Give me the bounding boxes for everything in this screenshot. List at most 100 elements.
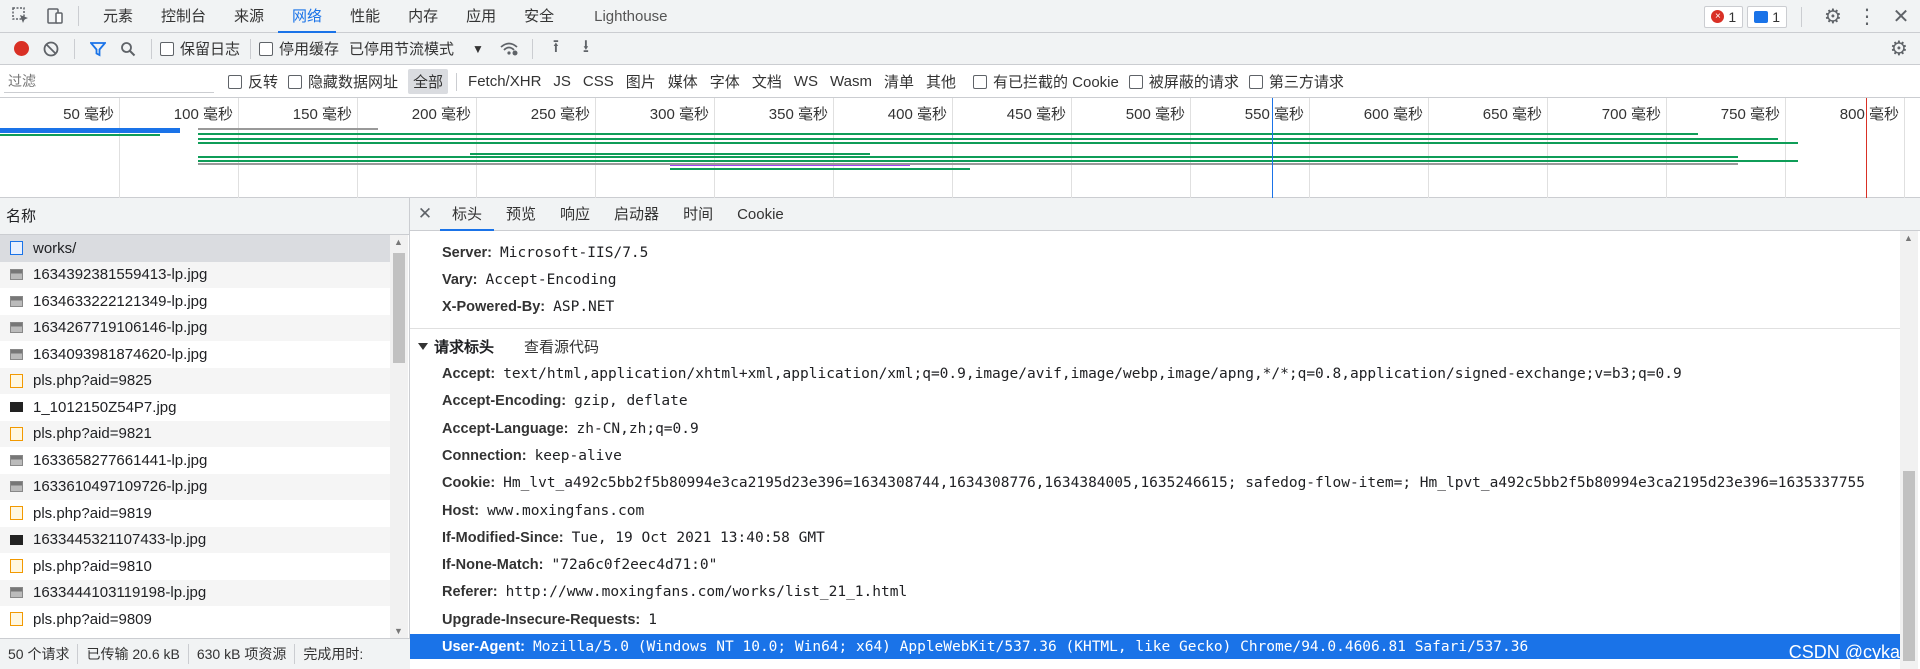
- request-row[interactable]: 1634392381559413-lp.jpg: [0, 261, 390, 288]
- timeline-overview[interactable]: 50 毫秒 100 毫秒 150 毫秒 200 毫秒 250 毫秒 300 毫秒 350 毫…: [0, 98, 1920, 198]
- close-icon[interactable]: ✕: [1888, 4, 1914, 30]
- request-headers-section[interactable]: 请求标头 查看源代码: [418, 336, 599, 357]
- settings-gear-icon[interactable]: ⚙: [1820, 4, 1846, 30]
- request-row[interactable]: 1634633222121349-lp.jpg: [0, 288, 390, 315]
- blocked-cookies-checkbox[interactable]: 有已拦截的 Cookie: [972, 71, 1119, 92]
- header-row[interactable]: Accept: text/html,application/xhtml+xml,a…: [442, 366, 1682, 382]
- view-source-link[interactable]: 查看源代码: [524, 336, 599, 357]
- checkbox[interactable]: [1248, 74, 1263, 89]
- scrollbar[interactable]: ▲: [1900, 231, 1918, 669]
- invert-checkbox[interactable]: 反转: [228, 71, 278, 92]
- header-row[interactable]: Accept-Encoding: gzip, deflate: [442, 393, 688, 409]
- header-row[interactable]: If-None-Match: "72a6c0f2eec4d71:0": [442, 557, 717, 573]
- filter-type-10[interactable]: 清单: [879, 69, 919, 94]
- request-row[interactable]: 1634267719106146-lp.jpg: [0, 314, 390, 341]
- request-row[interactable]: works/: [0, 235, 390, 262]
- network-conditions-button[interactable]: [494, 34, 524, 64]
- filter-type-11[interactable]: 其他: [921, 69, 961, 94]
- detail-tab-0[interactable]: 标头: [440, 198, 495, 231]
- scrollbar-thumb[interactable]: [1903, 471, 1915, 661]
- scroll-down-icon[interactable]: ▼: [394, 626, 403, 636]
- blocked-requests-checkbox[interactable]: 被屏蔽的请求: [1128, 71, 1239, 92]
- scrollbar[interactable]: ▲ ▼: [390, 235, 408, 638]
- filter-type-9[interactable]: Wasm: [825, 71, 877, 92]
- tab-3[interactable]: 网络: [278, 0, 337, 33]
- clear-button[interactable]: [36, 34, 66, 64]
- scroll-up-icon[interactable]: ▲: [394, 237, 403, 247]
- scroll-up-icon[interactable]: ▲: [1904, 233, 1913, 243]
- checkbox[interactable]: [228, 74, 242, 89]
- filter-type-7[interactable]: 文档: [747, 69, 787, 94]
- header-row[interactable]: X-Powered-By: ASP.NET: [442, 299, 614, 315]
- third-party-checkbox[interactable]: 第三方请求: [1248, 71, 1344, 92]
- detail-tab-5[interactable]: Cookie: [725, 198, 796, 231]
- filter-button[interactable]: [83, 34, 113, 64]
- filter-type-4[interactable]: 图片: [621, 69, 661, 94]
- tab-2[interactable]: 来源: [220, 0, 278, 33]
- request-row[interactable]: 1_1012150Z54P7.jpg: [0, 394, 390, 421]
- filter-type-3[interactable]: CSS: [578, 71, 619, 92]
- request-row[interactable]: pls.php?aid=9810: [0, 553, 390, 580]
- tab-1[interactable]: 控制台: [147, 0, 220, 33]
- hide-data-urls-checkbox[interactable]: 隐藏数据网址: [288, 71, 398, 92]
- record-button[interactable]: [6, 34, 36, 64]
- detail-tab-1[interactable]: 预览: [494, 198, 548, 231]
- checkbox[interactable]: [1128, 74, 1143, 89]
- filter-type-6[interactable]: 字体: [705, 69, 745, 94]
- checkbox[interactable]: [160, 41, 174, 56]
- inspect-element-icon[interactable]: [8, 3, 34, 29]
- import-har-button[interactable]: ⭱: [541, 34, 571, 64]
- error-count-badge[interactable]: × 1: [1704, 5, 1744, 28]
- header-row[interactable]: User-Agent: Mozilla/5.0 (Windows NT 10.0;…: [442, 639, 1528, 655]
- preserve-log-checkbox[interactable]: 保留日志: [160, 38, 240, 59]
- request-row[interactable]: 1633444103119198-lp.jpg: [0, 579, 390, 606]
- header-row[interactable]: Server: Microsoft-IIS/7.5: [442, 245, 648, 261]
- header-row[interactable]: Upgrade-Insecure-Requests: 1: [442, 612, 657, 628]
- checkbox[interactable]: [288, 74, 303, 89]
- tab-lighthouse[interactable]: Lighthouse: [580, 0, 681, 33]
- checkbox[interactable]: [972, 74, 987, 89]
- filter-input[interactable]: [4, 70, 214, 93]
- disable-cache-checkbox[interactable]: 停用缓存: [259, 38, 339, 59]
- tab-0[interactable]: 元素: [89, 0, 147, 33]
- network-settings-gear-icon[interactable]: ⚙: [1884, 34, 1914, 64]
- message-count-badge[interactable]: 1: [1747, 5, 1787, 28]
- filter-type-5[interactable]: 媒体: [663, 69, 703, 94]
- export-har-button[interactable]: ⭳: [571, 34, 601, 64]
- tab-7[interactable]: 安全: [510, 0, 568, 33]
- filter-type-2[interactable]: JS: [548, 71, 576, 92]
- detail-tab-3[interactable]: 启动器: [602, 198, 671, 231]
- header-row[interactable]: Accept-Language: zh-CN,zh;q=0.9: [442, 421, 699, 437]
- request-row[interactable]: 1633610497109726-lp.jpg: [0, 473, 390, 500]
- request-row[interactable]: pls.php?aid=9821: [0, 420, 390, 447]
- header-row[interactable]: Vary: Accept-Encoding: [442, 272, 616, 288]
- close-details-icon[interactable]: ✕: [410, 204, 440, 224]
- header-row[interactable]: If-Modified-Since: Tue, 19 Oct 2021 13:40…: [442, 530, 825, 546]
- header-row[interactable]: Referer: http://www.moxingfans.com/works/…: [442, 584, 907, 600]
- detail-tab-4[interactable]: 时间: [671, 198, 725, 231]
- filter-type-1[interactable]: Fetch/XHR: [463, 71, 546, 92]
- filter-type-8[interactable]: WS: [789, 71, 823, 92]
- header-row[interactable]: Connection: keep-alive: [442, 448, 622, 464]
- detail-tab-2[interactable]: 响应: [548, 198, 602, 231]
- request-row[interactable]: 1633658277661441-lp.jpg: [0, 447, 390, 474]
- more-options-icon[interactable]: ⋮: [1854, 4, 1880, 30]
- device-toolbar-icon[interactable]: [42, 3, 68, 29]
- filter-type-0[interactable]: 全部: [408, 69, 449, 94]
- request-row[interactable]: pls.php?aid=9819: [0, 500, 390, 527]
- request-row[interactable]: 1633445321107433-lp.jpg: [0, 526, 390, 553]
- checkbox[interactable]: [259, 41, 274, 56]
- scrollbar-thumb[interactable]: [393, 253, 405, 363]
- request-row[interactable]: pls.php?aid=9825: [0, 367, 390, 394]
- tab-6[interactable]: 应用: [452, 0, 510, 33]
- throttling-select[interactable]: 已停用节流模式 ▼: [349, 38, 484, 59]
- search-button[interactable]: [113, 34, 143, 64]
- header-row[interactable]: Cookie: Hm_lvt_a492c5bb2f5b80994e3ca2195d…: [442, 475, 1865, 491]
- timeline-tick-label: 500 毫秒: [1125, 106, 1185, 123]
- request-row[interactable]: pls.php?aid=9809: [0, 606, 390, 633]
- header-row[interactable]: Host: www.moxingfans.com: [442, 503, 644, 519]
- tab-4[interactable]: 性能: [336, 0, 394, 33]
- name-column-header[interactable]: 名称: [0, 198, 409, 235]
- tab-5[interactable]: 内存: [394, 0, 452, 33]
- request-row[interactable]: 1634093981874620-lp.jpg: [0, 341, 390, 368]
